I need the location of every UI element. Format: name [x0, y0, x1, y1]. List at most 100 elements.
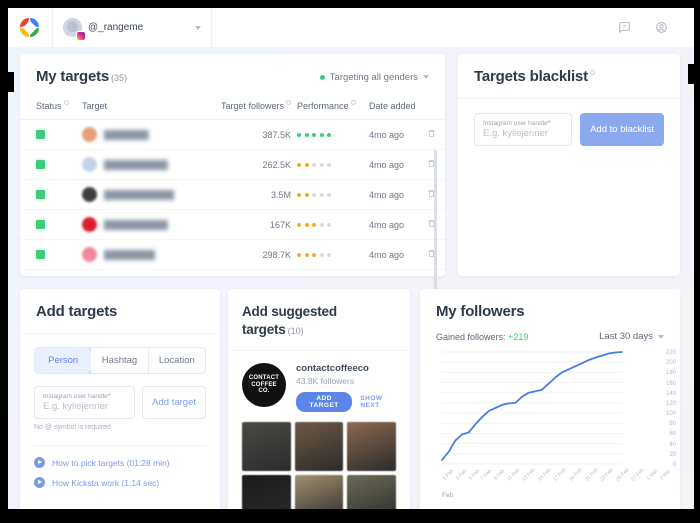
- add-target-handle-input[interactable]: Instagram user handle* E.g. kyliejenner: [34, 386, 136, 419]
- followers-chart: 220 200 180 160 140 120 100 80 60 40 20 0 1 Feb 3 Fe…: [420, 346, 680, 499]
- video-link-how-kicksta-works[interactable]: How Kicksta work (1:14 sec): [34, 477, 206, 488]
- status-badge[interactable]: [36, 130, 45, 139]
- avatar: [82, 217, 97, 232]
- cell-target: ██████████: [82, 149, 212, 180]
- cell-actions: [427, 119, 445, 150]
- top-navigation-bar: @_rangeme: [8, 8, 694, 47]
- column-header-status[interactable]: Status: [20, 96, 82, 120]
- play-icon: [34, 457, 45, 468]
- cell-performance: [297, 179, 369, 210]
- followers-header: My followers: [420, 289, 680, 331]
- performance-dot: [327, 192, 331, 197]
- chart-y-tick-label: 180: [665, 370, 676, 377]
- column-header-target[interactable]: Target: [82, 96, 212, 120]
- info-icon[interactable]: [589, 69, 595, 75]
- gender-filter-dropdown[interactable]: Targeting all genders: [319, 72, 429, 83]
- chevron-down-icon: [423, 75, 429, 79]
- blacklist-handle-input[interactable]: Instagram user handle* E.g. kyliejenner: [474, 113, 573, 146]
- column-header-date-added[interactable]: Date added: [369, 96, 427, 120]
- performance-dot: [304, 222, 309, 227]
- status-badge[interactable]: [36, 220, 45, 229]
- avatar: [82, 157, 97, 172]
- targets-scrollbar-thumb[interactable]: [434, 150, 437, 290]
- status-badge[interactable]: [36, 190, 45, 199]
- cell-target-followers: 298.7K: [212, 239, 297, 270]
- table-row[interactable]: ███████ 387.5K 4mo ago: [20, 119, 445, 150]
- add-targets-header: Add targets: [20, 289, 220, 334]
- cell-date-added: 4mo ago: [369, 239, 427, 270]
- suggested-profile-followers: 43.8K followers: [296, 376, 355, 386]
- status-badge[interactable]: [36, 160, 45, 169]
- performance-dot: [312, 192, 316, 197]
- column-header-actions: [427, 96, 445, 120]
- gained-followers-stat: Gained followers: +219: [436, 331, 529, 342]
- chart-x-axis-labels: 1 Feb 3 Feb 5 Feb 7 Feb 9 Feb 11 Feb 13 Feb 15 …: [442, 467, 672, 482]
- tab-location[interactable]: Location: [148, 348, 205, 373]
- post-thumbnail-3[interactable]: [347, 422, 397, 471]
- video-label: How Kicksta work (1:14 sec): [52, 477, 160, 488]
- date-range-dropdown[interactable]: Last 30 days: [599, 331, 664, 342]
- suggested-avatar[interactable]: CONTACT COFFEE CO.: [242, 363, 286, 407]
- performance-dot: [304, 252, 309, 257]
- info-icon: [286, 100, 291, 105]
- followers-subheader: Gained followers: +219 Last 30 days: [420, 331, 680, 346]
- performance-dot: [312, 222, 316, 227]
- page-title: My targets (35): [36, 68, 128, 85]
- play-icon: [34, 477, 45, 488]
- performance-dot: [304, 132, 309, 137]
- cell-target-followers: 262.5K: [212, 149, 297, 180]
- letterbox-right-notch: [688, 64, 700, 84]
- cell-performance: [297, 119, 369, 150]
- cell-status: [20, 239, 82, 270]
- suggested-count: (10): [287, 326, 304, 336]
- trash-icon[interactable]: [427, 130, 436, 140]
- cell-target: ███████████: [82, 179, 212, 210]
- add-suggested-target-button[interactable]: ADD TARGET: [296, 392, 353, 412]
- chart-x-tick-label: 3 Mar: [658, 468, 672, 482]
- table-row[interactable]: ██████████ 167K 4mo ago: [20, 209, 445, 240]
- column-header-target-followers[interactable]: Target followers: [212, 96, 297, 120]
- post-thumbnail-1[interactable]: [242, 422, 291, 471]
- chevron-down-icon: [195, 25, 201, 30]
- account-circle-icon[interactable]: [655, 21, 668, 34]
- cell-date-added: 4mo ago: [369, 119, 427, 150]
- performance-dot: [297, 192, 301, 197]
- add-to-blacklist-button[interactable]: Add to blacklist: [580, 113, 664, 146]
- cell-target-followers: 167K: [212, 209, 297, 240]
- add-target-button[interactable]: Add target: [142, 386, 206, 419]
- table-row[interactable]: ████████ 298.7K 4mo ago: [20, 239, 445, 270]
- my-targets-header: My targets (35) Targeting all genders: [20, 54, 445, 96]
- performance-dot: [327, 252, 331, 257]
- cell-target-followers: 387.5K: [212, 119, 297, 150]
- performance-dot: [319, 132, 324, 137]
- chevron-down-icon: [658, 334, 664, 339]
- targets-table: Status Target Target followers Performan…: [20, 96, 445, 270]
- target-username: ██████████: [104, 219, 168, 230]
- cell-target: ██████████: [82, 209, 212, 240]
- help-video-list: How to pick targets (01:28 min) How Kick…: [34, 445, 206, 488]
- kicksta-logo-icon: [20, 17, 40, 38]
- chart-y-tick-label: 60: [669, 431, 676, 438]
- table-row[interactable]: ██████████ 262.5K 4mo ago: [20, 149, 445, 180]
- suggested-profile: CONTACT COFFEE CO. contactcoffeeco 43.8K f…: [242, 363, 396, 412]
- add-targets-title: Add targets: [36, 303, 118, 320]
- cell-date-added: 4mo ago: [369, 209, 427, 240]
- add-targets-body: Person Hashtag Location Instagram user h…: [20, 334, 220, 507]
- chart-y-tick-label: 40: [669, 441, 676, 448]
- targets-blacklist-card: Targets blacklist Instagram user handle*…: [458, 54, 680, 276]
- account-selector[interactable]: @_rangeme: [52, 8, 212, 47]
- blacklist-title: Targets blacklist: [474, 68, 588, 85]
- add-target-hint: No @ symbol is required: [34, 424, 111, 431]
- column-header-performance[interactable]: Performance: [297, 96, 369, 120]
- table-row[interactable]: ███████████ 3.5M 4mo ago: [20, 179, 445, 210]
- tab-person[interactable]: Person: [35, 348, 93, 373]
- app-logo[interactable]: [8, 8, 52, 47]
- add-suggested-targets-card: Add suggested targets (10) CONTACT COFFEE C…: [228, 289, 410, 523]
- post-thumbnail-2[interactable]: [294, 422, 344, 471]
- feedback-chat-icon[interactable]: [618, 21, 631, 34]
- status-badge[interactable]: [36, 250, 45, 259]
- performance-dot: [304, 192, 309, 197]
- show-next-suggestion-button[interactable]: SHOW NEXT: [360, 395, 396, 409]
- video-link-how-to-pick-targets[interactable]: How to pick targets (01:28 min): [34, 457, 206, 468]
- tab-hashtag[interactable]: Hashtag: [91, 348, 149, 373]
